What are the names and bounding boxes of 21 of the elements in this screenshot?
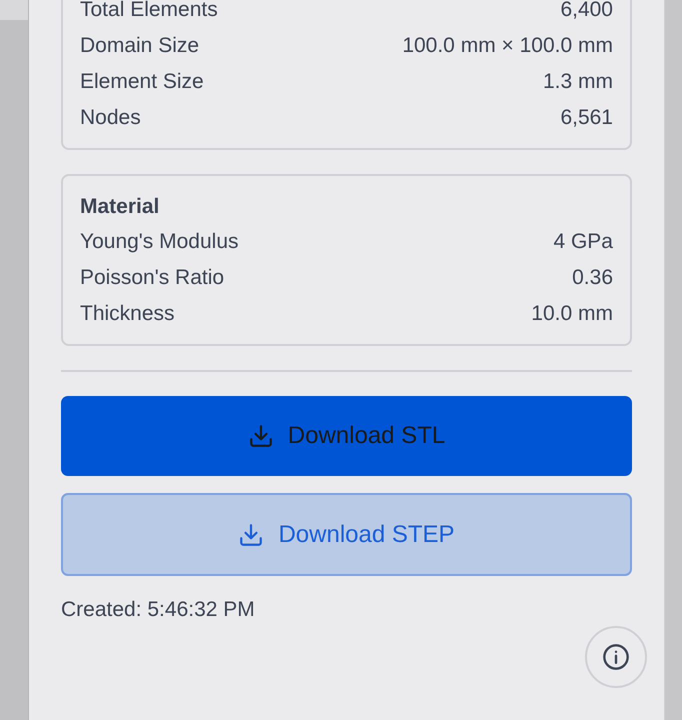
created-time: Created: 5:46:32 PM [61,598,256,622]
row-label: Element Size [80,70,204,94]
info-icon [602,643,630,671]
row-value: 100.0 mm × 100.0 mm [402,34,613,58]
download-button[interactable]: Download STEP [61,493,632,576]
download-icon [248,423,274,449]
row-value: 0.36 [572,266,613,290]
card-title: Material [80,194,160,220]
row-value: 10.0 mm [531,302,613,326]
row-value: 6,400 [560,0,613,22]
row-label: Domain Size [80,34,200,58]
row-value: 4 GPa [553,230,613,254]
row-label: Poisson's Ratio [80,266,224,290]
row-value: 6,561 [560,106,613,130]
row-label: Nodes [80,106,141,130]
row-label: Total Elements [80,0,218,22]
download-icon [238,522,264,548]
row-label: Young's Modulus [80,230,239,254]
download-button[interactable]: Download STL [61,396,632,476]
row-label: Thickness [80,302,175,326]
row-value: 1.3 mm [542,70,613,94]
